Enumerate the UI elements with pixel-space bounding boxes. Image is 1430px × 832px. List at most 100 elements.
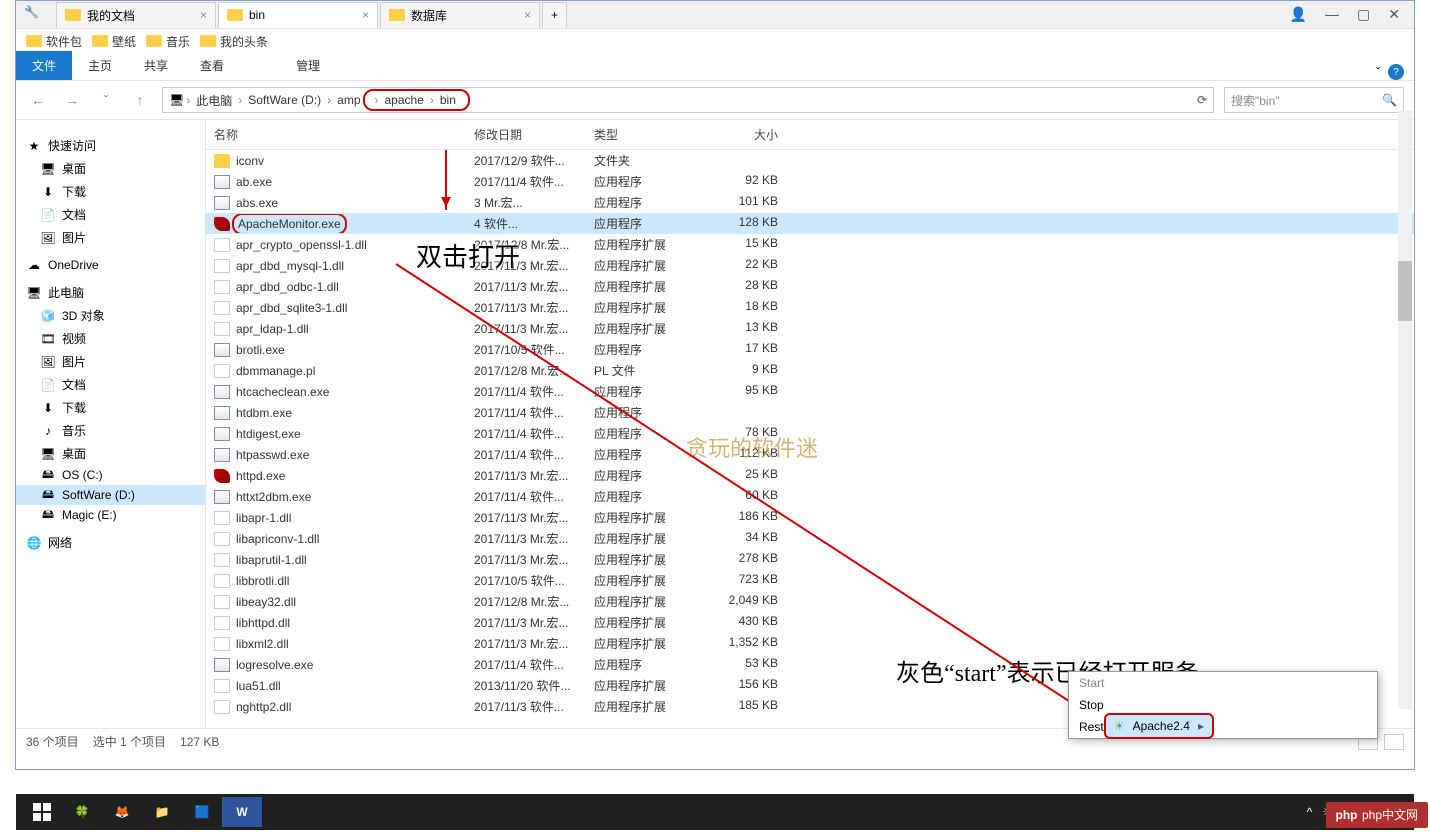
col-size[interactable]: 大小: [706, 124, 786, 145]
sidebar-group[interactable]: 🌐网络: [16, 531, 205, 554]
sidebar-item[interactable]: 🖥桌面: [16, 442, 205, 465]
feather-icon: [214, 469, 230, 483]
file-row[interactable]: httpd.exe2017/11/3 Mr.宏...应用程序25 KB: [206, 465, 1414, 486]
file-size: 101 KB: [706, 193, 786, 212]
taskbar-app[interactable]: 🍀: [62, 797, 102, 827]
file-row[interactable]: libapr-1.dll2017/11/3 Mr.宏...应用程序扩展186 K…: [206, 507, 1414, 528]
sidebar-item[interactable]: 📄文档: [16, 203, 205, 226]
sidebar-item[interactable]: 🖴Magic (E:): [16, 505, 205, 525]
file-row[interactable]: ApacheMonitor.exe4 软件...应用程序128 KB: [206, 213, 1414, 234]
search-icon[interactable]: 🔍: [1382, 93, 1397, 107]
col-type[interactable]: 类型: [586, 124, 706, 145]
file-row[interactable]: libxml2.dll2017/11/3 Mr.宏...应用程序扩展1,352 …: [206, 633, 1414, 654]
sidebar-item[interactable]: 📄文档: [16, 373, 205, 396]
favorite-item[interactable]: 软件包: [26, 33, 82, 50]
scrollbar-thumb[interactable]: [1398, 261, 1412, 321]
file-row[interactable]: libhttpd.dll2017/11/3 Mr.宏...应用程序扩展430 K…: [206, 612, 1414, 633]
sidebar-item[interactable]: 🎞视频: [16, 327, 205, 350]
breadcrumb-item[interactable]: apache: [381, 93, 428, 107]
breadcrumb-item[interactable]: bin: [436, 93, 460, 107]
chevron-right-icon[interactable]: ›: [184, 93, 192, 107]
file-row[interactable]: apr_dbd_odbc-1.dll2017/11/3 Mr.宏...应用程序扩…: [206, 276, 1414, 297]
file-row[interactable]: htcacheclean.exe2017/11/4 软件...应用程序95 KB: [206, 381, 1414, 402]
browser-tab[interactable]: 数据库×: [380, 2, 540, 28]
sidebar-item[interactable]: 🖴SoftWare (D:): [16, 485, 205, 505]
breadcrumb-item[interactable]: amp: [333, 93, 364, 107]
favorite-item[interactable]: 音乐: [146, 33, 190, 50]
close-button[interactable]: ✕: [1388, 6, 1400, 23]
taskbar-app[interactable]: 🦊: [102, 797, 142, 827]
user-icon[interactable]: 👤: [1290, 6, 1307, 23]
sidebar-group[interactable]: 🖥此电脑: [16, 281, 205, 304]
ribbon-tab[interactable]: 主页: [72, 51, 128, 80]
tools-icon[interactable]: 🔧: [24, 5, 44, 25]
sidebar-item[interactable]: ⬇下载: [16, 180, 205, 203]
refresh-icon[interactable]: ⟳: [1197, 93, 1207, 107]
dll-icon: [214, 364, 230, 378]
apache-service-item[interactable]: ☀ Apache2.4 ▸: [1104, 713, 1214, 739]
chevron-right-icon[interactable]: ›: [373, 93, 381, 107]
breadcrumb[interactable]: 🖥›此电脑›SoftWare (D:)›amp›apache›bin⟳: [162, 87, 1214, 113]
ribbon-expand-icon[interactable]: ˇ: [1376, 65, 1380, 79]
minimize-button[interactable]: —: [1325, 6, 1339, 23]
sidebar-item[interactable]: 🧊3D 对象: [16, 304, 205, 327]
taskbar-app[interactable]: 🟦: [182, 797, 222, 827]
ribbon-tab[interactable]: 查看: [184, 51, 240, 80]
search-input[interactable]: 搜索"bin" 🔍: [1224, 87, 1404, 113]
sidebar-item[interactable]: 🖼图片: [16, 350, 205, 373]
watermark: 贪玩的软件迷: [686, 431, 818, 463]
file-row[interactable]: abs.exe3 Mr.宏...应用程序101 KB: [206, 192, 1414, 213]
help-icon[interactable]: ?: [1388, 64, 1404, 80]
back-button[interactable]: ←: [26, 88, 50, 112]
sidebar-group[interactable]: ★快速访问: [16, 134, 205, 157]
chevron-right-icon[interactable]: ›: [325, 93, 333, 107]
browser-tab[interactable]: bin×: [218, 2, 378, 28]
favorite-item[interactable]: 壁纸: [92, 33, 136, 50]
forward-button[interactable]: →: [60, 88, 84, 112]
maximize-button[interactable]: ▢: [1357, 6, 1370, 23]
file-row[interactable]: brotli.exe2017/10/5 软件...应用程序17 KB: [206, 339, 1414, 360]
file-size: 17 KB: [706, 340, 786, 359]
favorite-item[interactable]: 我的头条: [200, 33, 268, 50]
file-row[interactable]: libbrotli.dll2017/10/5 软件...应用程序扩展723 KB: [206, 570, 1414, 591]
chevron-right-icon[interactable]: ›: [428, 93, 436, 107]
breadcrumb-item[interactable]: SoftWare (D:): [244, 93, 325, 107]
file-row[interactable]: libeay32.dll2017/12/8 Mr.宏...应用程序扩展2,049…: [206, 591, 1414, 612]
icons-view-button[interactable]: [1384, 734, 1404, 750]
col-date[interactable]: 修改日期: [466, 124, 586, 145]
file-row[interactable]: dbmmanage.pl2017/12/8 Mr.宏...PL 文件9 KB: [206, 360, 1414, 381]
ribbon-tab[interactable]: 共享: [128, 51, 184, 80]
close-tab-icon[interactable]: ×: [524, 8, 531, 22]
new-tab-button[interactable]: +: [542, 2, 567, 28]
taskbar-explorer[interactable]: 📁: [142, 797, 182, 827]
file-row[interactable]: apr_dbd_sqlite3-1.dll2017/11/3 Mr.宏...应用…: [206, 297, 1414, 318]
sidebar-item[interactable]: 🖴OS (C:): [16, 465, 205, 485]
sidebar-item[interactable]: ♪音乐: [16, 419, 205, 442]
start-button[interactable]: [22, 797, 62, 827]
file-row[interactable]: libaprutil-1.dll2017/11/3 Mr.宏...应用程序扩展2…: [206, 549, 1414, 570]
tray-expand-icon[interactable]: ^: [1307, 805, 1313, 819]
file-row[interactable]: httxt2dbm.exe2017/11/4 软件...应用程序60 KB: [206, 486, 1414, 507]
chevron-right-icon[interactable]: ›: [236, 93, 244, 107]
close-tab-icon[interactable]: ×: [362, 8, 369, 22]
up-button[interactable]: ↑: [128, 88, 152, 112]
col-name[interactable]: 名称: [206, 124, 466, 145]
file-row[interactable]: ab.exe2017/11/4 软件...应用程序92 KB: [206, 171, 1414, 192]
ribbon-tab-manage[interactable]: 管理: [280, 51, 336, 80]
file-row[interactable]: apr_ldap-1.dll2017/11/3 Mr.宏...应用程序扩展13 …: [206, 318, 1414, 339]
file-row[interactable]: apr_dbd_mysql-1.dll2017/11/3 Mr.宏...应用程序…: [206, 255, 1414, 276]
file-row[interactable]: apr_crypto_openssl-1.dll2017/12/8 Mr.宏..…: [206, 234, 1414, 255]
close-tab-icon[interactable]: ×: [200, 8, 207, 22]
browser-tab[interactable]: 我的文档×: [56, 2, 216, 28]
scrollbar-track[interactable]: [1398, 111, 1412, 709]
sidebar-item[interactable]: 🖼图片: [16, 226, 205, 249]
breadcrumb-item[interactable]: 此电脑: [192, 92, 236, 109]
history-dropdown[interactable]: ˇ: [94, 88, 118, 112]
ribbon-tab[interactable]: 文件: [16, 51, 72, 80]
file-row[interactable]: iconv2017/12/9 软件...文件夹: [206, 150, 1414, 171]
sidebar-group[interactable]: ☁OneDrive: [16, 255, 205, 275]
taskbar-word[interactable]: W: [222, 797, 262, 827]
file-row[interactable]: htdbm.exe2017/11/4 软件...应用程序: [206, 402, 1414, 423]
sidebar-item[interactable]: ⬇下载: [16, 396, 205, 419]
sidebar-item[interactable]: 🖥桌面: [16, 157, 205, 180]
